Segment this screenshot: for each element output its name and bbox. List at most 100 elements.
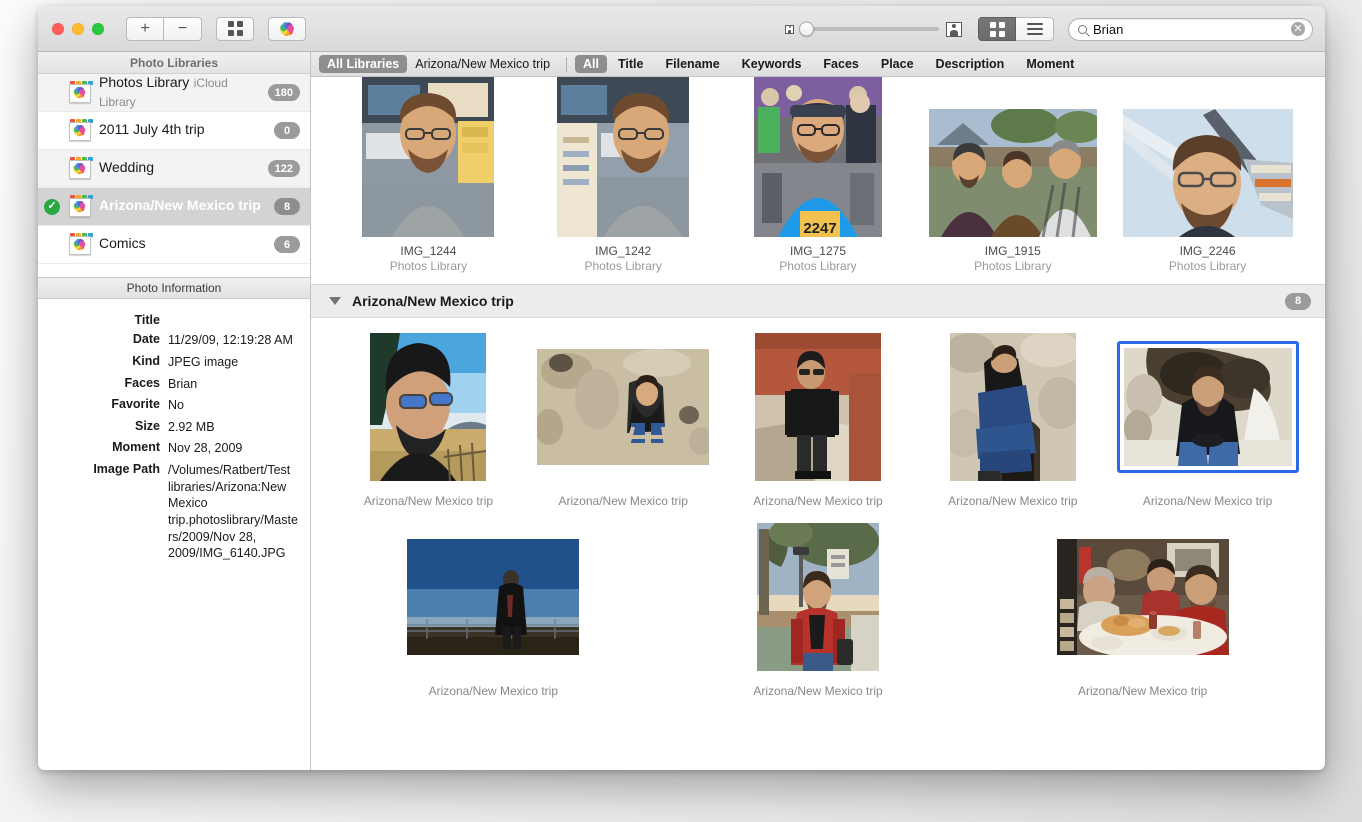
grid-view-button[interactable]	[978, 17, 1016, 41]
section-header-arizona-new-mexico-trip[interactable]: Arizona/New Mexico trip 8	[311, 284, 1325, 318]
add-library-button[interactable]: +	[126, 17, 164, 41]
photos-library-icon	[67, 119, 92, 143]
photo-cell[interactable]: IMG_1915 Photos Library	[915, 83, 1110, 273]
photo-caption: Arizona/New Mexico trip	[1078, 684, 1207, 698]
info-value: 11/29/09, 12:19:28 AM	[168, 332, 293, 349]
disclosure-triangle-icon[interactable]	[329, 297, 341, 305]
list-view-icon	[1027, 23, 1043, 35]
filter-scope-arizona-new-mexico-trip[interactable]: Arizona/New Mexico trip	[407, 55, 558, 73]
photo-cell[interactable]: Arizona/New Mexico trip	[1110, 332, 1305, 508]
thumbnail-wrap	[362, 83, 494, 237]
sidebar-item-photos-library[interactable]: Photos Library iCloud Library 180	[38, 74, 310, 112]
info-value: /Volumes/Ratbert/Test libraries/Arizona:…	[168, 462, 300, 562]
selected-photo-ring[interactable]	[1117, 341, 1299, 473]
library-count-badge: 6	[274, 236, 300, 253]
sidebar-item-comics[interactable]: Comics 6	[38, 226, 310, 264]
library-title: Wedding	[99, 159, 154, 175]
photo-thumbnail-img-1242[interactable]	[557, 77, 689, 237]
slider-track[interactable]	[801, 27, 939, 31]
photo-thumbnail-cave-seated-selected[interactable]	[1124, 348, 1292, 466]
sidebar-item-wedding[interactable]: Wedding 122	[38, 150, 310, 188]
photo-cell[interactable]: Arizona/New Mexico trip	[331, 522, 656, 698]
library-title: Comics	[99, 235, 146, 251]
photo-thumbnail-cliff-dwelling[interactable]	[537, 349, 709, 465]
photo-cell[interactable]: IMG_1242 Photos Library	[526, 83, 721, 273]
filter-field-keywords[interactable]: Keywords	[731, 55, 813, 73]
open-in-photos-button[interactable]	[268, 17, 306, 41]
photo-cell[interactable]: 2247 IMG_1275 Photos Library	[721, 83, 916, 273]
info-key: Image Path	[38, 462, 168, 562]
filter-field-place[interactable]: Place	[870, 55, 925, 73]
info-value: Brian	[168, 376, 197, 393]
close-window-button[interactable]	[52, 23, 64, 35]
info-key: Faces	[38, 376, 168, 393]
photo-caption: Arizona/New Mexico trip	[1143, 494, 1272, 508]
info-value: Nov 28, 2009	[168, 440, 242, 457]
photo-library-name: Photos Library	[585, 259, 662, 273]
photo-cell[interactable]: Arizona/New Mexico trip	[526, 332, 721, 508]
thumbnail-size-slider[interactable]	[785, 22, 962, 37]
plus-icon: +	[140, 20, 149, 38]
photo-cell[interactable]: Arizona/New Mexico trip	[915, 332, 1110, 508]
photo-cell[interactable]: Arizona/New Mexico trip	[331, 332, 526, 508]
photo-library-name: Photos Library	[779, 259, 856, 273]
filter-field-moment[interactable]: Moment	[1015, 55, 1085, 73]
photo-thumbnail-red-jacket[interactable]	[757, 523, 879, 671]
photo-thumbnail-adobe-wall[interactable]	[755, 333, 881, 481]
sidebar-filler	[38, 567, 310, 770]
photo-cell[interactable]: IMG_1244 Photos Library	[331, 83, 526, 273]
main-panel: All Libraries Arizona/New Mexico trip Al…	[311, 52, 1325, 770]
list-view-button[interactable]	[1016, 17, 1054, 41]
search-field[interactable]: ✕	[1068, 18, 1313, 41]
photo-title: IMG_1242	[595, 244, 651, 258]
section-title: Arizona/New Mexico trip	[352, 293, 1285, 309]
photo-thumbnail-doorway[interactable]	[950, 333, 1076, 481]
search-input[interactable]	[1093, 22, 1285, 37]
minus-icon: −	[178, 20, 187, 38]
photo-grid-row: Arizona/New Mexico trip	[331, 318, 1305, 508]
clear-search-icon[interactable]: ✕	[1291, 22, 1305, 36]
photo-thumbnail-portrait-sky[interactable]	[370, 333, 486, 481]
minimize-window-button[interactable]	[72, 23, 84, 35]
info-key: Kind	[38, 354, 168, 371]
filter-field-faces[interactable]: Faces	[812, 55, 869, 73]
filter-field-title[interactable]: Title	[607, 55, 654, 73]
photo-thumbnail-img-1275[interactable]: 2247	[754, 77, 882, 237]
photo-cell[interactable]: IMG_2246 Photos Library	[1110, 83, 1305, 273]
filter-field-filename[interactable]: Filename	[654, 55, 730, 73]
info-row: MomentNov 28, 2009	[38, 440, 300, 457]
filter-scope-all-libraries[interactable]: All Libraries	[319, 55, 407, 73]
info-key: Size	[38, 419, 168, 436]
photo-thumbnail-dusk-figure[interactable]	[407, 539, 579, 655]
photo-thumbnail-img-1244[interactable]	[362, 77, 494, 237]
remove-library-button[interactable]: −	[164, 17, 202, 41]
photo-cell[interactable]: Arizona/New Mexico trip	[721, 332, 916, 508]
photos-app-icon	[278, 20, 296, 38]
search-filter-bar: All Libraries Arizona/New Mexico trip Al…	[311, 52, 1325, 77]
section-photo-grid: Arizona/New Mexico trip	[311, 318, 1325, 698]
show-grid-button[interactable]	[216, 17, 254, 41]
info-key: Date	[38, 332, 168, 349]
filter-field-all[interactable]: All	[575, 55, 607, 73]
sidebar-item-2011-july-4th-trip[interactable]: 2011 July 4th trip 0	[38, 112, 310, 150]
photo-cell[interactable]: Arizona/New Mexico trip	[656, 522, 981, 698]
photo-grid-row: Arizona/New Mexico trip	[331, 508, 1305, 698]
photo-cell[interactable]: Arizona/New Mexico trip	[980, 522, 1305, 698]
photo-library-name: Photos Library	[974, 259, 1051, 273]
photo-thumbnail-dinner-table[interactable]	[1057, 539, 1229, 655]
info-value: 2.92 MB	[168, 419, 215, 436]
info-value: JPEG image	[168, 354, 238, 371]
results-area[interactable]: IMG_1244 Photos Library	[311, 77, 1325, 770]
photo-caption: Arizona/New Mexico trip	[559, 494, 688, 508]
filter-field-description[interactable]: Description	[925, 55, 1016, 73]
slider-knob[interactable]	[799, 22, 814, 37]
sidebar-header: Photo Libraries	[38, 52, 310, 74]
photo-thumbnail-img-1915[interactable]	[929, 109, 1097, 237]
photo-information-panel: Title Date11/29/09, 12:19:28 AM KindJPEG…	[38, 299, 310, 567]
sidebar-item-arizona-new-mexico-trip[interactable]: ✓	[38, 188, 310, 226]
photo-thumbnail-img-2246[interactable]	[1123, 109, 1293, 237]
thumbnail-wrap	[1123, 83, 1293, 237]
photo-caption: Arizona/New Mexico trip	[429, 684, 558, 698]
view-mode-toggle	[978, 17, 1054, 41]
zoom-window-button[interactable]	[92, 23, 104, 35]
